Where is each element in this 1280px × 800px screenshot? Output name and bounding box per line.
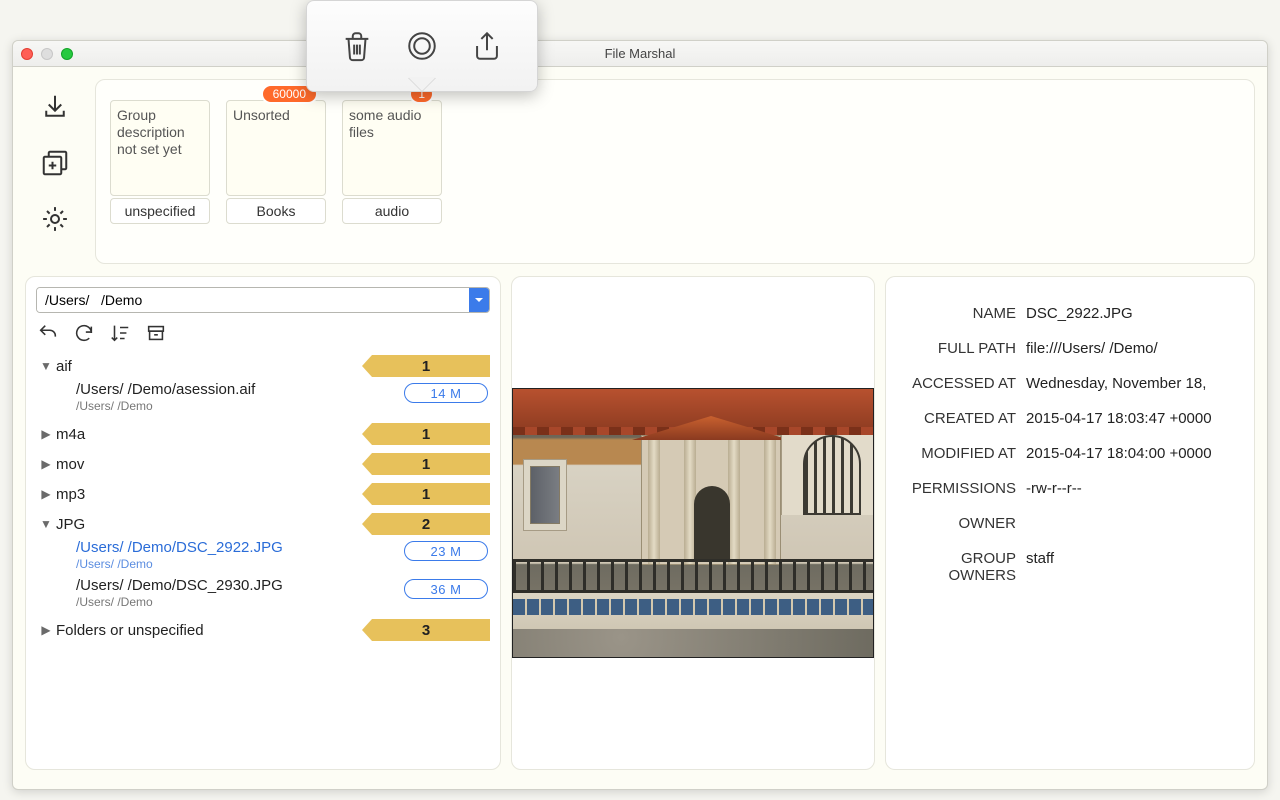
meta-value: 2015-04-17 18:03:47 +0000 bbox=[1026, 410, 1240, 427]
disclosure-right-icon[interactable]: ▶ bbox=[36, 457, 56, 471]
minimize-window-button[interactable] bbox=[41, 48, 53, 60]
meta-value: 2015-04-17 18:04:00 +0000 bbox=[1026, 445, 1240, 462]
count-tag: 3 bbox=[362, 619, 490, 641]
disclosure-down-icon[interactable]: ▼ bbox=[36, 517, 56, 531]
meta-row-name: NAME DSC_2922.JPG bbox=[900, 305, 1240, 322]
meta-value: Wednesday, November 18, bbox=[1026, 375, 1240, 392]
image-preview[interactable] bbox=[512, 388, 874, 658]
tree-group-jpg[interactable]: ▼ JPG 2 bbox=[36, 509, 490, 539]
meta-row-accessed: ACCESSED AT Wednesday, November 18, bbox=[900, 375, 1240, 392]
meta-key: MODIFIED AT bbox=[900, 445, 1026, 462]
group-label: unspecified bbox=[110, 198, 210, 224]
disclosure-right-icon[interactable]: ▶ bbox=[36, 427, 56, 441]
share-icon[interactable] bbox=[467, 26, 507, 66]
group-card-unspecified[interactable]: Group description not set yet unspecifie… bbox=[110, 100, 210, 263]
gear-icon[interactable] bbox=[39, 203, 71, 235]
zoom-window-button[interactable] bbox=[61, 48, 73, 60]
path-combo[interactable] bbox=[36, 287, 490, 313]
trash-icon[interactable] bbox=[337, 26, 377, 66]
sort-icon[interactable] bbox=[108, 321, 132, 345]
meta-row-fullpath: FULL PATH file:///Users/ /Demo/ bbox=[900, 340, 1240, 357]
group-desc: Group description not set yet bbox=[110, 100, 210, 196]
add-stack-icon[interactable] bbox=[39, 147, 71, 179]
circle-record-icon[interactable] bbox=[402, 26, 442, 66]
count-tag: 1 bbox=[362, 355, 490, 377]
file-row-selected[interactable]: /Users/ /Demo/DSC_2922.JPG /Users/ /Demo… bbox=[36, 539, 490, 577]
meta-key: NAME bbox=[900, 305, 1026, 322]
refresh-icon[interactable] bbox=[72, 321, 96, 345]
meta-value: DSC_2922.JPG bbox=[1026, 305, 1240, 322]
path-input[interactable] bbox=[37, 288, 469, 312]
meta-key: CREATED AT bbox=[900, 410, 1026, 427]
traffic-lights bbox=[21, 48, 73, 60]
disclosure-right-icon[interactable]: ▶ bbox=[36, 487, 56, 501]
disclosure-right-icon[interactable]: ▶ bbox=[36, 623, 56, 637]
lower-panels: ▼ aif 1 /Users/ /Demo/asession.aif /User… bbox=[13, 276, 1267, 782]
meta-key: ACCESSED AT bbox=[900, 375, 1026, 392]
group-desc: Unsorted bbox=[226, 100, 326, 196]
archive-icon[interactable] bbox=[144, 321, 168, 345]
path-dropdown-button[interactable] bbox=[469, 288, 489, 312]
meta-row-created: CREATED AT 2015-04-17 18:03:47 +0000 bbox=[900, 410, 1240, 427]
meta-row-group-owners: GROUP OWNERS staff bbox=[900, 550, 1240, 584]
action-popover bbox=[306, 0, 538, 92]
meta-value: -rw-r--r-- bbox=[1026, 480, 1240, 497]
file-size-pill: 23 M bbox=[404, 541, 488, 561]
meta-value: staff bbox=[1026, 550, 1240, 567]
meta-row-permissions: PERMISSIONS -rw-r--r-- bbox=[900, 480, 1240, 497]
undo-icon[interactable] bbox=[36, 321, 60, 345]
close-window-button[interactable] bbox=[21, 48, 33, 60]
file-size-pill: 36 M bbox=[404, 579, 488, 599]
tree-group-aif[interactable]: ▼ aif 1 bbox=[36, 351, 490, 381]
meta-value: file:///Users/ /Demo/ bbox=[1026, 340, 1240, 357]
top-toolbar-area: Group description not set yet unspecifie… bbox=[13, 67, 1267, 276]
count-tag: 1 bbox=[362, 483, 490, 505]
group-desc: some audio files bbox=[342, 100, 442, 196]
file-row[interactable]: /Users/ /Demo/DSC_2930.JPG /Users/ /Demo… bbox=[36, 577, 490, 615]
preview-panel bbox=[511, 276, 875, 770]
group-card-books[interactable]: 60000 Unsorted Books bbox=[226, 100, 326, 263]
meta-key: OWNER bbox=[900, 515, 1026, 532]
group-label: audio bbox=[342, 198, 442, 224]
group-card-audio[interactable]: 1 some audio files audio bbox=[342, 100, 442, 263]
metadata-panel: NAME DSC_2922.JPG FULL PATH file:///User… bbox=[885, 276, 1255, 770]
tree-group-m4a[interactable]: ▶ m4a 1 bbox=[36, 419, 490, 449]
import-icon[interactable] bbox=[39, 91, 71, 123]
file-tree-panel: ▼ aif 1 /Users/ /Demo/asession.aif /User… bbox=[25, 276, 501, 770]
meta-key: GROUP OWNERS bbox=[900, 550, 1026, 584]
count-tag: 1 bbox=[362, 453, 490, 475]
file-size-pill: 14 M bbox=[404, 383, 488, 403]
tree-group-mov[interactable]: ▶ mov 1 bbox=[36, 449, 490, 479]
file-tree: ▼ aif 1 /Users/ /Demo/asession.aif /User… bbox=[36, 351, 490, 645]
meta-row-modified: MODIFIED AT 2015-04-17 18:04:00 +0000 bbox=[900, 445, 1240, 462]
app-window: File Marshal Group description not set y… bbox=[12, 40, 1268, 790]
file-row[interactable]: /Users/ /Demo/asession.aif /Users/ /Demo… bbox=[36, 381, 490, 419]
left-tool-column bbox=[25, 79, 85, 264]
count-tag: 1 bbox=[362, 423, 490, 445]
window-title: File Marshal bbox=[605, 46, 676, 61]
tree-group-folders[interactable]: ▶ Folders or unspecified 3 bbox=[36, 615, 490, 645]
titlebar[interactable]: File Marshal bbox=[13, 41, 1267, 67]
tree-group-mp3[interactable]: ▶ mp3 1 bbox=[36, 479, 490, 509]
count-tag: 2 bbox=[362, 513, 490, 535]
groups-panel: Group description not set yet unspecifie… bbox=[95, 79, 1255, 264]
meta-key: FULL PATH bbox=[900, 340, 1026, 357]
meta-key: PERMISSIONS bbox=[900, 480, 1026, 497]
meta-row-owner: OWNER bbox=[900, 515, 1240, 532]
disclosure-down-icon[interactable]: ▼ bbox=[36, 359, 56, 373]
group-label: Books bbox=[226, 198, 326, 224]
tree-toolbar bbox=[36, 321, 490, 345]
